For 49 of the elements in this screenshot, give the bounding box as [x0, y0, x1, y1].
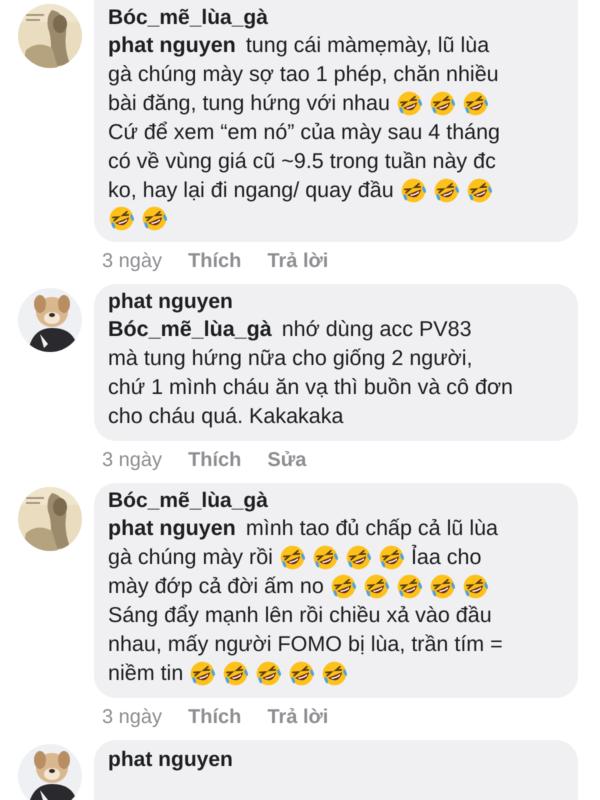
- comment-text: niềm tin: [108, 660, 184, 687]
- laughing-face-icon: [278, 544, 306, 571]
- comment-text: nhớ dùng acc PV83: [282, 316, 472, 343]
- author-name[interactable]: phat nguyen: [108, 288, 233, 315]
- laughing-face-icon: [288, 660, 316, 687]
- laughing-face-icon: [312, 544, 339, 571]
- timestamp: 3 ngày: [102, 448, 162, 472]
- comment-text: mà tung hứng nữa cho giống 2 người,: [108, 345, 472, 372]
- mention-name[interactable]: phat nguyen: [108, 31, 236, 60]
- comment-text: bài đăng, tung hứng với nhau: [108, 90, 390, 117]
- laughing-face-icon: [189, 660, 216, 687]
- timestamp: 3 ngày: [102, 706, 162, 728]
- comment-text: mày đớp cả đời ấm no: [108, 573, 324, 600]
- timestamp: 3 ngày: [102, 250, 162, 272]
- laughing-face-icon: [378, 544, 405, 571]
- laughing-face-icon: [396, 573, 423, 600]
- comment-text: Cứ để xem “em nó” của mày sau 4 tháng: [108, 119, 500, 146]
- laughing-face-icon: [462, 573, 489, 600]
- laughing-face-icon: [222, 660, 250, 687]
- laughing-face-icon: [396, 90, 423, 117]
- laughing-face-icon: [321, 660, 348, 687]
- laughing-face-icon: [432, 177, 460, 204]
- comment-text: nhau, mấy người FOMO bị lùa, trần tím =: [108, 631, 503, 658]
- laughing-face-icon: [108, 205, 135, 232]
- mention-name[interactable]: Bóc_mẽ_lùa_gà: [108, 315, 272, 344]
- laughing-face-icon: [344, 544, 372, 571]
- comment-text: cho cháu quá. Kakakaka: [108, 403, 344, 430]
- laughing-face-icon: [362, 573, 390, 600]
- laughing-face-icon: [141, 205, 168, 232]
- comment-text: gà chúng mày rồi: [108, 544, 273, 571]
- comment-text: mình tao đủ chấp cả lũ lùa: [246, 515, 498, 542]
- comment-text: gà chúng mày sợ tao 1 phép, chăn nhiều: [108, 61, 499, 88]
- laughing-face-icon: [330, 573, 357, 600]
- comment-text: Ỉaa cho: [410, 544, 482, 571]
- comment-text: tung cái màmẹmày, lũ lùa: [246, 32, 490, 59]
- laughing-face-icon: [428, 573, 456, 600]
- comment-text: ko, hay lại đi ngang/ quay đầu: [108, 177, 394, 204]
- author-name[interactable]: phat nguyen: [108, 746, 233, 773]
- mention-name[interactable]: phat nguyen: [108, 514, 236, 543]
- laughing-face-icon: [255, 660, 282, 687]
- author-name[interactable]: Bóc_mẽ_lùa_gà: [108, 4, 268, 31]
- laughing-face-icon: [466, 177, 493, 204]
- comment-text: Sáng đẩy mạnh lên rồi chiều xả vào đầu: [108, 602, 492, 629]
- laughing-face-icon: [428, 90, 456, 117]
- author-name[interactable]: Bóc_mẽ_lùa_gà: [108, 487, 268, 514]
- comment-text: chứ 1 mình cháu ăn vạ thì buồn và cô đơn: [108, 374, 513, 401]
- laughing-face-icon: [462, 90, 489, 117]
- laughing-face-icon: [400, 177, 427, 204]
- comment-text: có về vùng giá cũ ~9.5 trong tuần này đc: [108, 148, 496, 175]
